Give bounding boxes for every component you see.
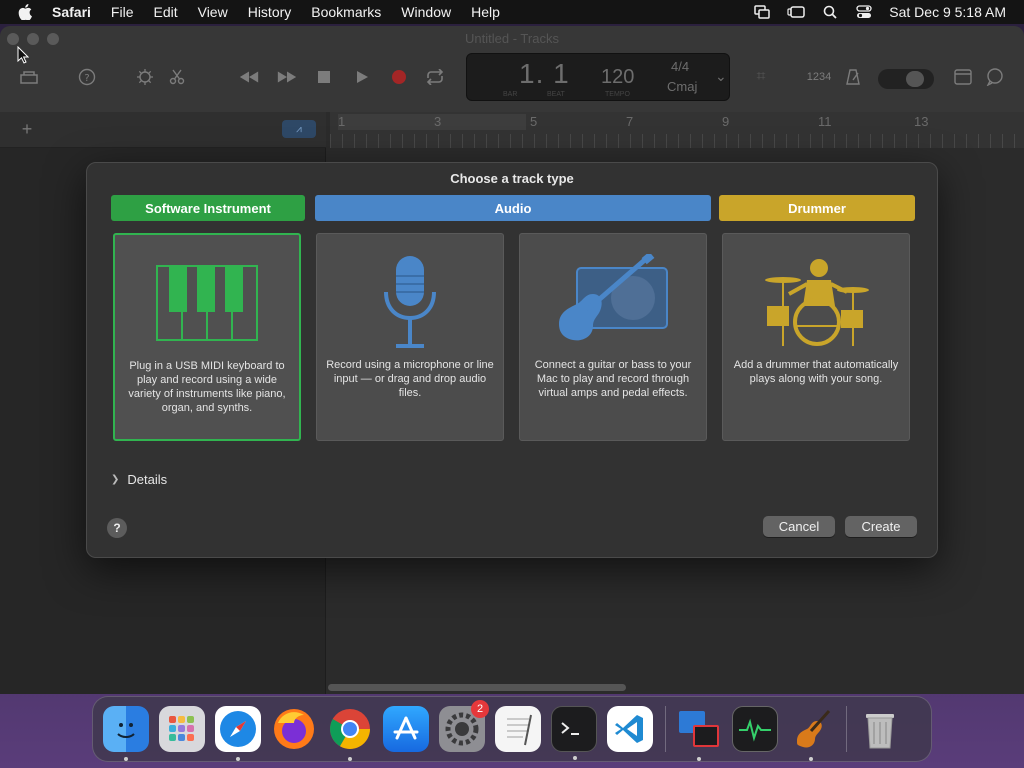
dock-activity-monitor-icon[interactable] [732,706,778,752]
dock-separator [665,706,666,752]
lcd-tempo-label: TEMPO [605,91,630,98]
title-bar: Untitled - Tracks ? 1. 1 BAR BEAT 120 TE… [0,26,1024,112]
dock-separator [846,706,847,752]
chevron-right-icon: ❯ [111,474,120,485]
cycle-region[interactable] [338,114,526,130]
ruler-bar-number: 11 [818,114,832,129]
ruler-bar-number: 7 [626,114,634,129]
menu-history[interactable]: History [248,4,292,20]
stage-manager-icon[interactable] [787,4,806,20]
keyboard-icon [115,253,299,353]
stop-icon[interactable] [313,66,335,88]
spotlight-search-icon[interactable] [821,4,839,20]
track-option-description: Plug in a USB MIDI keyboard to play and … [128,360,286,414]
quick-help-icon[interactable]: ? [76,66,98,88]
menu-window[interactable]: Window [401,4,451,20]
svg-text:?: ? [84,73,89,84]
lcd-display[interactable]: 1. 1 BAR BEAT 120 TEMPO 4/4 Cmaj ⌄ [466,53,730,101]
dock-launchpad-icon[interactable] [159,706,205,752]
track-option-description: Connect a guitar or bass to your Mac to … [534,359,692,399]
help-button[interactable]: ? [107,518,127,538]
control-center-icon[interactable] [855,4,873,20]
dialog-title: Choose a track type [450,171,574,186]
choose-track-type-dialog: Choose a track type Software Instrument … [86,162,938,558]
catch-playhead-icon[interactable]: ⩘ [282,120,316,138]
menu-file[interactable]: File [111,4,134,20]
lcd-key[interactable]: Cmaj [667,79,697,94]
category-audio: Audio [315,195,711,221]
category-software-instrument: Software Instrument [111,195,305,221]
dock-screen-sharing-icon[interactable] [676,706,722,761]
lcd-position: 1. 1 [519,58,570,89]
ruler-bar-number: 5 [530,114,538,129]
menu-view[interactable]: View [198,4,228,20]
dock-vscode-icon[interactable] [607,706,653,752]
track-option-software-instrument[interactable]: Plug in a USB MIDI keyboard to play and … [113,233,301,441]
menu-app-name[interactable]: Safari [52,4,91,20]
ruler-bar-number: 3 [434,114,442,129]
tuner-icon[interactable]: ⌗ [750,66,772,88]
horizontal-scrollbar[interactable] [328,684,626,691]
dock-terminal-icon[interactable] [551,706,597,760]
lcd-time-signature[interactable]: 4/4 [671,59,689,74]
dock-textedit-icon[interactable] [495,706,541,752]
play-icon[interactable] [351,66,373,88]
rewind-icon[interactable] [238,66,260,88]
lcd-mode-chevron-down-icon[interactable]: ⌄ [715,68,727,85]
editors-scissors-icon[interactable] [166,66,188,88]
menu-edit[interactable]: Edit [153,4,177,20]
screen-share-icon[interactable] [753,4,771,20]
ruler-bar-number: 1 [338,114,346,129]
dock-app-store-icon[interactable] [383,706,429,752]
library-icon[interactable] [18,66,40,88]
apple-menu-icon[interactable] [18,4,36,20]
microphone-icon [317,252,503,352]
add-track-plus-icon[interactable]: + [12,116,42,142]
lcd-beat-label: BEAT [547,91,565,98]
menu-help[interactable]: Help [471,4,500,20]
dock: 2 [92,696,932,762]
track-option-drummer[interactable]: Add a drummer that automatically plays a… [722,233,910,441]
track-option-description: Add a drummer that automatically plays a… [733,359,899,385]
metronome-icon[interactable] [842,66,864,88]
lcd-tempo[interactable]: 120 [601,66,634,89]
dock-garageband-icon[interactable] [788,706,834,761]
lcd-bar-label: BAR [503,91,518,98]
fast-forward-icon[interactable] [276,66,298,88]
smart-controls-icon[interactable] [134,66,156,88]
menu-bookmarks[interactable]: Bookmarks [311,4,381,20]
cancel-button[interactable]: Cancel [763,516,835,537]
track-option-microphone[interactable]: Record using a microphone or line input … [316,233,504,441]
master-volume-slider[interactable] [878,69,934,89]
details-label: Details [127,472,168,487]
dock-system-settings-icon[interactable]: 2 [439,700,489,752]
dock-safari-icon[interactable] [215,706,261,761]
dock-chrome-icon[interactable] [327,706,373,761]
dock-finder-icon[interactable] [103,706,149,761]
notepad-icon[interactable] [952,66,974,88]
track-option-description: Record using a microphone or line input … [326,359,494,399]
drummer-icon [723,252,909,352]
create-button[interactable]: Create [845,516,917,537]
guitar-amp-icon [520,252,706,352]
tracks-header: + ⩘ [0,112,326,148]
dock-trash-icon[interactable] [857,706,903,752]
ruler-bar-number: 9 [722,114,730,129]
mouse-pointer-icon [17,46,29,64]
notification-badge: 2 [471,700,489,718]
window-title: Untitled - Tracks [465,31,559,46]
menu-clock[interactable]: Sat Dec 9 5:18 AM [889,4,1006,20]
track-option-guitar-bass[interactable]: Connect a guitar or bass to your Mac to … [519,233,707,441]
menu-bar: Safari File Edit View History Bookmarks … [0,0,1024,24]
record-icon[interactable] [388,66,410,88]
details-disclosure[interactable]: ❯ Details [111,472,167,487]
ruler-bar-number: 13 [914,114,929,129]
timeline-ruler[interactable]: 1 3 5 7 9 11 13 [330,112,1024,148]
category-drummer: Drummer [719,195,915,221]
count-in-button[interactable]: 1234 [804,66,834,88]
ruler-ticks [330,134,1024,148]
dock-firefox-icon[interactable] [271,706,317,752]
loop-browser-icon[interactable] [984,66,1006,88]
cycle-icon[interactable] [424,66,446,88]
